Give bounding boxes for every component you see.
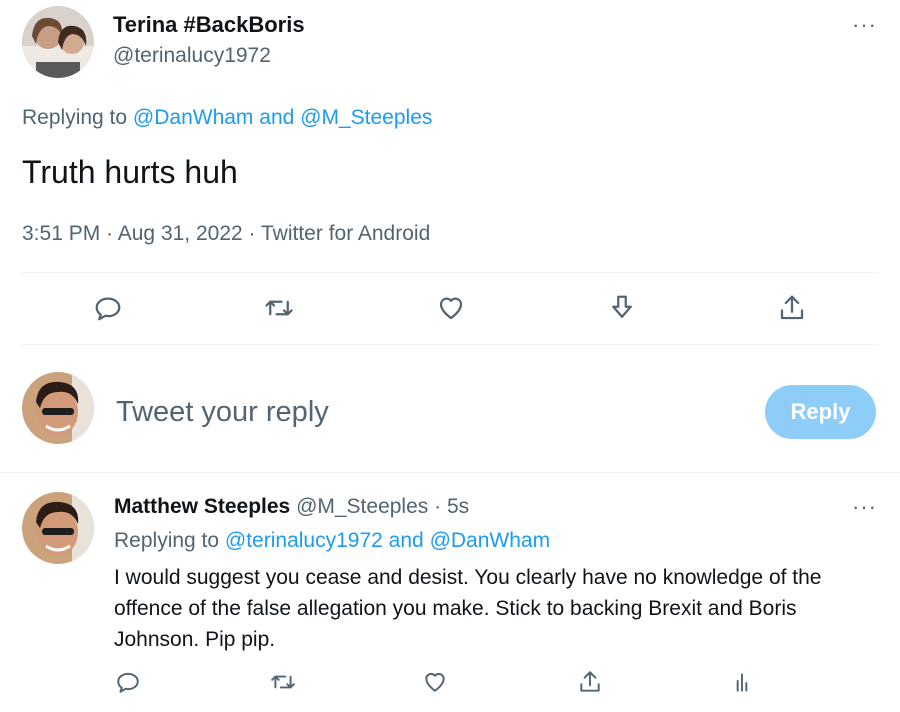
reply-author-avatar[interactable]	[22, 492, 94, 564]
reply-more-options-icon[interactable]: ···	[852, 496, 877, 518]
reply-display-name[interactable]: Matthew Steeples	[114, 495, 290, 518]
reply-text-line: I would suggest you cease and desist. Yo…	[114, 566, 822, 589]
tweet-time[interactable]: 3:51 PM	[22, 222, 100, 245]
replying-to-label: Replying to	[22, 106, 128, 129]
analytics-icon[interactable]	[725, 665, 759, 699]
author-avatar[interactable]	[22, 6, 94, 78]
reply-icon[interactable]	[91, 291, 125, 325]
mention-link[interactable]: @DanWham	[133, 106, 254, 129]
separator: ·	[106, 222, 114, 245]
reply-header: Matthew Steeples @M_Steeples · 5s	[114, 495, 469, 519]
retweet-icon[interactable]	[266, 665, 300, 699]
reply-text: I would suggest you cease and desist. Yo…	[114, 562, 821, 655]
tweet-date[interactable]: Aug 31, 2022	[118, 222, 243, 245]
reply-button[interactable]: Reply	[765, 385, 876, 439]
reply-handle[interactable]: @M_Steeples	[296, 495, 428, 518]
like-icon[interactable]	[434, 291, 468, 325]
more-options-icon[interactable]: ···	[852, 14, 877, 36]
share-icon[interactable]	[573, 665, 607, 699]
replying-to-line: Replying to @DanWham and @M_Steeples	[22, 106, 432, 130]
tweet-client[interactable]: Twitter for Android	[261, 222, 430, 245]
user-avatar[interactable]	[22, 372, 94, 444]
share-icon[interactable]	[775, 291, 809, 325]
author-display-name[interactable]: Terina #BackBoris	[113, 12, 305, 38]
replying-to-label: Replying to	[114, 529, 220, 552]
like-icon[interactable]	[418, 665, 452, 699]
reply-icon[interactable]	[111, 665, 145, 699]
reply-text-line: Johnson. Pip pip.	[114, 628, 276, 651]
mention-link[interactable]: @M_Steeples	[300, 106, 432, 129]
mention-link[interactable]: @terinalucy1972	[225, 529, 383, 552]
separator: ·	[434, 495, 442, 518]
separator: ·	[248, 222, 256, 245]
reply-replying-to-line: Replying to @terinalucy1972 and @DanWham	[114, 529, 550, 553]
replying-and: and	[388, 529, 424, 552]
replying-and: and	[259, 106, 295, 129]
reply-age[interactable]: 5s	[447, 495, 469, 518]
reply-input[interactable]: Tweet your reply	[116, 396, 329, 429]
mention-link[interactable]: @DanWham	[430, 529, 551, 552]
author-handle[interactable]: @terinalucy1972	[113, 44, 271, 68]
divider	[22, 272, 878, 273]
reply-text-line: offence of the false allegation you make…	[114, 597, 797, 620]
tweet-text: Truth hurts huh	[22, 154, 238, 190]
download-icon[interactable]	[605, 291, 639, 325]
retweet-icon[interactable]	[262, 291, 296, 325]
tweet-meta: 3:51 PM · Aug 31, 2022 · Twitter for And…	[22, 222, 430, 246]
divider	[22, 344, 878, 345]
divider	[0, 472, 900, 473]
